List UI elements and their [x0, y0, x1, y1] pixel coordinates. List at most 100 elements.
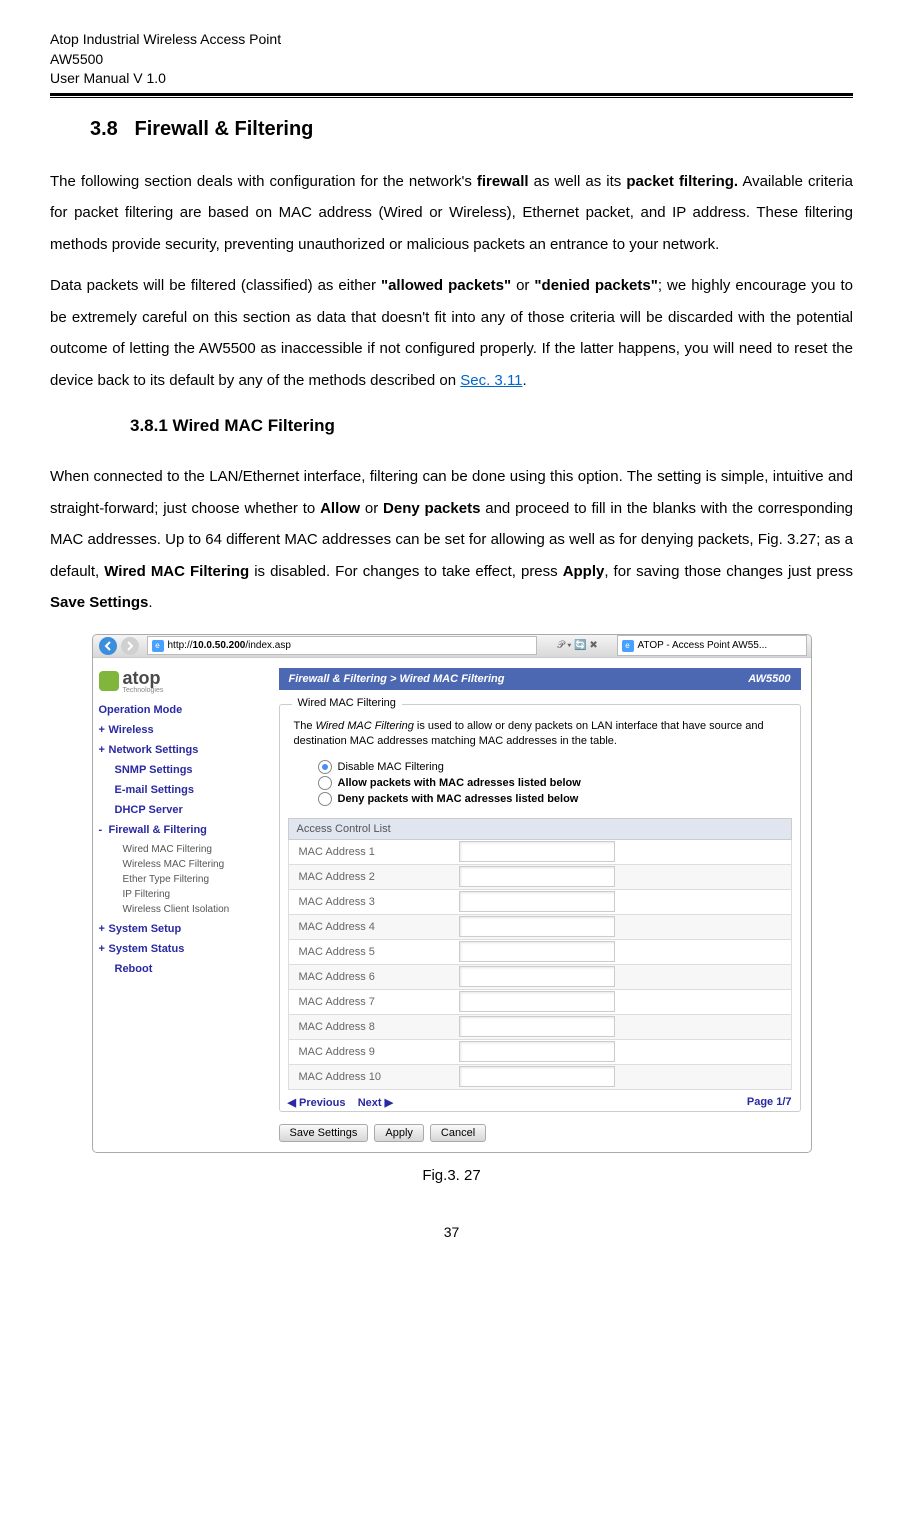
logo-icon	[99, 671, 119, 691]
sidebar-item-ip-filtering[interactable]: IP Filtering	[123, 889, 269, 900]
mac-row: MAC Address 2	[288, 865, 792, 890]
breadcrumb-right: AW5500	[748, 673, 790, 685]
figure-screenshot: e http://10.0.50.200/index.asp 𝒫 ▾ 🔄 ✖ e…	[92, 634, 812, 1184]
browser-window: e http://10.0.50.200/index.asp 𝒫 ▾ 🔄 ✖ e…	[92, 634, 812, 1153]
header-line-2: AW5500	[50, 50, 853, 70]
logo-subtext: Technologies	[123, 687, 164, 694]
sidebar-item-system-setup[interactable]: +System Setup	[99, 923, 269, 935]
radio-label: Disable MAC Filtering	[338, 761, 444, 773]
mac-row: MAC Address 9	[288, 1040, 792, 1065]
mac-label: MAC Address 5	[289, 946, 459, 958]
paragraph-1: The following section deals with configu…	[50, 166, 853, 261]
figure-caption: Fig.3. 27	[92, 1167, 812, 1184]
sidebar-item-system-status[interactable]: +System Status	[99, 943, 269, 955]
logo: atop Technologies	[99, 668, 269, 694]
pager-prev[interactable]: ◀ Previous	[288, 1097, 346, 1109]
radio-allow[interactable]: Allow packets with MAC adresses listed b…	[318, 776, 792, 790]
section-link[interactable]: Sec. 3.11	[460, 372, 522, 389]
section-number: 3.8	[90, 118, 118, 140]
radio-icon	[318, 792, 332, 806]
mac-label: MAC Address 8	[289, 1021, 459, 1033]
radio-icon	[318, 760, 332, 774]
mac-label: MAC Address 9	[289, 1046, 459, 1058]
url-path: /index.asp	[245, 640, 291, 651]
sidebar-item-wireless[interactable]: +Wireless	[99, 724, 269, 736]
forward-arrow-icon	[125, 641, 135, 651]
mac-label: MAC Address 4	[289, 921, 459, 933]
back-button[interactable]	[99, 637, 117, 655]
url-actions[interactable]: 𝒫 ▾ 🔄 ✖	[543, 640, 613, 651]
sidebar-item-dhcp[interactable]: DHCP Server	[115, 804, 269, 816]
apply-button[interactable]: Apply	[374, 1124, 424, 1142]
sidebar-item-network-settings[interactable]: +Network Settings	[99, 744, 269, 756]
mac-label: MAC Address 10	[289, 1071, 459, 1083]
sidebar-item-wireless-mac[interactable]: Wireless MAC Filtering	[123, 859, 269, 870]
sidebar-item-client-isolation[interactable]: Wireless Client Isolation	[123, 904, 269, 915]
paragraph-3: When connected to the LAN/Ethernet inter…	[50, 461, 853, 619]
breadcrumb-left: Firewall & Filtering > Wired MAC Filteri…	[289, 673, 505, 685]
mac-row: MAC Address 6	[288, 965, 792, 990]
button-row: Save Settings Apply Cancel	[279, 1124, 801, 1142]
ie-icon: e	[152, 640, 164, 652]
sidebar-item-firewall[interactable]: -Firewall & Filtering	[99, 824, 269, 836]
panel-description: The Wired MAC Filtering is used to allow…	[294, 719, 792, 750]
forward-button[interactable]	[121, 637, 139, 655]
subsection-heading: 3.8.1 Wired MAC Filtering	[130, 416, 853, 436]
section-heading: 3.8 Firewall & Filtering	[90, 118, 853, 141]
browser-tab[interactable]: e ATOP - Access Point AW55...	[617, 635, 807, 656]
paragraph-2: Data packets will be filtered (classifie…	[50, 270, 853, 396]
mac-input[interactable]	[459, 866, 615, 887]
address-bar[interactable]: e http://10.0.50.200/index.asp	[147, 636, 537, 655]
filtering-panel: Wired MAC Filtering The Wired MAC Filter…	[279, 704, 801, 1112]
panel-legend: Wired MAC Filtering	[292, 697, 402, 709]
section-title: Firewall & Filtering	[134, 118, 313, 140]
sidebar-item-reboot[interactable]: Reboot	[115, 963, 269, 975]
acl-header: Access Control List	[288, 818, 792, 840]
breadcrumb-bar: Firewall & Filtering > Wired MAC Filteri…	[279, 668, 801, 690]
radio-group: Disable MAC Filtering Allow packets with…	[318, 760, 792, 806]
mac-input[interactable]	[459, 891, 615, 912]
header-rule	[50, 93, 853, 98]
mac-input[interactable]	[459, 966, 615, 987]
mac-row: MAC Address 5	[288, 940, 792, 965]
cancel-button[interactable]: Cancel	[430, 1124, 486, 1142]
pager-next[interactable]: Next ▶	[358, 1097, 393, 1109]
sidebar-item-ether-type[interactable]: Ether Type Filtering	[123, 874, 269, 885]
mac-label: MAC Address 7	[289, 996, 459, 1008]
mac-row: MAC Address 3	[288, 890, 792, 915]
page-number: 37	[50, 1224, 853, 1240]
radio-label: Deny packets with MAC adresses listed be…	[338, 793, 579, 805]
mac-input[interactable]	[459, 941, 615, 962]
pager: ◀ Previous Next ▶ Page 1/7	[288, 1096, 792, 1109]
header-line-1: Atop Industrial Wireless Access Point	[50, 30, 853, 50]
mac-input[interactable]	[459, 1016, 615, 1037]
mac-row: MAC Address 8	[288, 1015, 792, 1040]
mac-input[interactable]	[459, 991, 615, 1012]
pager-page: Page 1/7	[747, 1096, 792, 1108]
browser-titlebar: e http://10.0.50.200/index.asp 𝒫 ▾ 🔄 ✖ e…	[93, 635, 811, 658]
mac-row: MAC Address 4	[288, 915, 792, 940]
mac-input[interactable]	[459, 916, 615, 937]
sidebar-item-wired-mac[interactable]: Wired MAC Filtering	[123, 844, 269, 855]
mac-input[interactable]	[459, 1066, 615, 1087]
sidebar-item-snmp[interactable]: SNMP Settings	[115, 764, 269, 776]
mac-row: MAC Address 10	[288, 1065, 792, 1090]
mac-row: MAC Address 1	[288, 840, 792, 865]
subsection-number: 3.8.1	[130, 416, 168, 435]
save-settings-button[interactable]: Save Settings	[279, 1124, 369, 1142]
radio-icon	[318, 776, 332, 790]
mac-input[interactable]	[459, 1041, 615, 1062]
url-prefix: http://	[168, 640, 193, 651]
mac-label: MAC Address 3	[289, 896, 459, 908]
url-host: 10.0.50.200	[193, 640, 246, 651]
logo-text: atop	[123, 668, 164, 689]
sidebar-item-email[interactable]: E-mail Settings	[115, 784, 269, 796]
radio-deny[interactable]: Deny packets with MAC adresses listed be…	[318, 792, 792, 806]
mac-label: MAC Address 6	[289, 971, 459, 983]
mac-input[interactable]	[459, 841, 615, 862]
radio-disable[interactable]: Disable MAC Filtering	[318, 760, 792, 774]
mac-label: MAC Address 2	[289, 871, 459, 883]
doc-header: Atop Industrial Wireless Access Point AW…	[50, 30, 853, 89]
tab-favicon-icon: e	[622, 640, 634, 652]
sidebar-item-operation-mode[interactable]: Operation Mode	[99, 704, 269, 716]
